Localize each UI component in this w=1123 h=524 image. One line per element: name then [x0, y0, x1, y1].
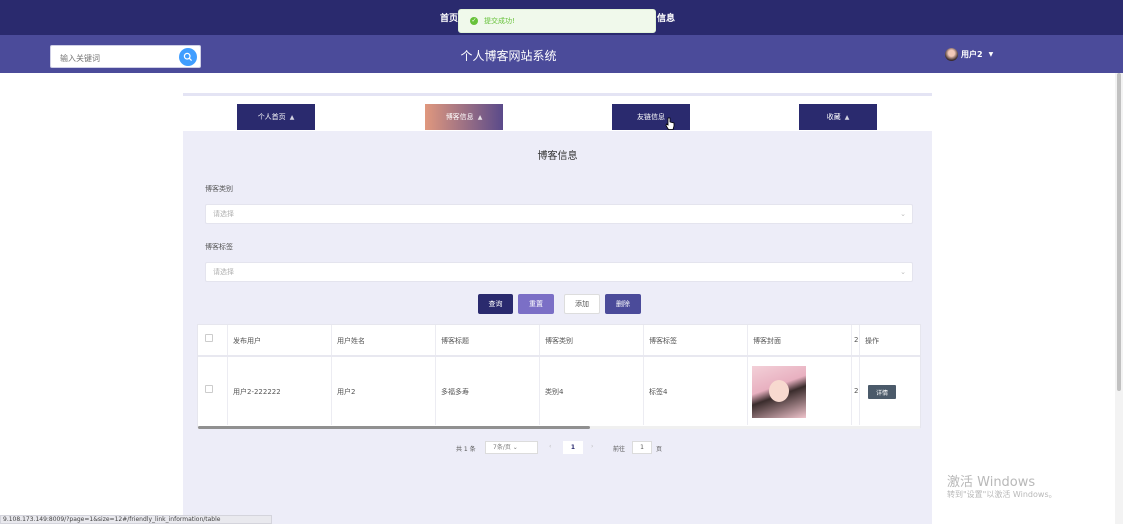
site-title: 个人博客网站系统	[460, 49, 557, 63]
col-header-publisher: 发布用户	[233, 337, 261, 345]
select-all-checkbox[interactable]	[205, 334, 213, 342]
page-size-select[interactable]: 7条/页 ⌄	[485, 441, 538, 454]
status-bar-url: 9.108.173.149:8009/?page=1&size=12#/frie…	[0, 515, 272, 524]
activation-watermark-title: 激活 Windows	[947, 475, 1036, 490]
tab-personal-home[interactable]: 个人首页 ▲	[237, 104, 315, 130]
column-divider	[435, 325, 436, 425]
cell-publisher: 用户2-222222	[233, 388, 281, 396]
header-bar: 个人博客网站系统 用户2 ▼	[0, 35, 1123, 73]
tag-label: 博客标签	[205, 243, 233, 251]
page-suffix: 页	[656, 446, 663, 453]
hand-cursor-icon	[665, 117, 675, 130]
data-table: 发布用户 用户姓名 博客标题 博客类别 博客标签 博客封面 2 操作 用户2-2…	[197, 324, 921, 429]
main-content: 个人首页 ▲ 博客信息 ▲ 友链信息 收藏 ▲ 博客信息 博客类别 请选择 ⌄ 博客标…	[183, 93, 932, 524]
tab-label: 个人首页	[257, 113, 286, 121]
chevron-down-icon: ⌄	[900, 210, 906, 218]
col-header-cover: 博客封面	[753, 337, 781, 345]
hscroll-thumb[interactable]	[198, 426, 590, 429]
tab-label: 友链信息	[637, 113, 665, 121]
column-divider	[331, 325, 332, 425]
col-header-action: 操作	[865, 337, 879, 345]
col-header-title: 博客标题	[441, 337, 469, 345]
page-title: 博客信息	[537, 151, 578, 162]
reset-button[interactable]: 重置	[518, 294, 554, 314]
cell-category: 类别4	[545, 388, 564, 396]
col-header-category: 博客类别	[545, 337, 573, 345]
category-placeholder: 请选择	[213, 210, 234, 218]
cell-title: 多福多寿	[441, 388, 469, 396]
query-button[interactable]: 查询	[478, 294, 513, 314]
nav-item-home[interactable]: 首页	[440, 11, 458, 24]
avatar	[945, 48, 958, 61]
column-divider	[643, 325, 644, 425]
tab-favorites[interactable]: 收藏 ▲	[799, 104, 877, 130]
tab-friendly-links[interactable]: 友链信息	[612, 104, 690, 130]
row-checkbox[interactable]	[205, 385, 213, 393]
chevron-down-icon: ⌄	[900, 268, 906, 276]
success-toast: ✓ 提交成功!	[458, 9, 656, 33]
cell-tag: 标签4	[649, 388, 668, 396]
pager-total: 共 1 条	[456, 446, 476, 453]
col-header-name: 用户姓名	[337, 337, 365, 345]
category-label: 博客类别	[205, 185, 233, 193]
goto-label: 前往	[613, 446, 626, 453]
blog-cover-image	[752, 366, 806, 418]
page-size-value: 7条/页	[493, 444, 511, 451]
delete-button[interactable]: 删除	[605, 294, 641, 314]
toast-message: 提交成功!	[484, 17, 515, 25]
username: 用户2	[961, 50, 983, 59]
page-scrollbar[interactable]	[1115, 73, 1123, 524]
col-header-tag: 博客标签	[649, 337, 677, 345]
tab-label: 博客信息	[445, 113, 474, 121]
tab-strip: 个人首页 ▲ 博客信息 ▲ 友链信息 收藏 ▲	[183, 93, 932, 131]
check-circle-icon: ✓	[470, 17, 478, 25]
column-divider	[227, 325, 228, 425]
col-header-cut: 2	[854, 336, 859, 344]
tab-icon: ▲	[844, 113, 850, 121]
user-menu[interactable]: 用户2 ▼	[945, 48, 993, 61]
tab-blog-info[interactable]: 博客信息 ▲	[425, 104, 503, 130]
chevron-down-icon: ▼	[988, 51, 994, 58]
cover-face	[769, 380, 789, 402]
next-page-icon[interactable]: ›	[591, 443, 593, 450]
column-divider	[859, 325, 860, 425]
detail-button[interactable]: 详情	[868, 385, 896, 399]
prev-page-icon[interactable]: ‹	[549, 443, 551, 450]
cell-cut: 2	[854, 387, 859, 395]
tag-select[interactable]: 请选择 ⌄	[205, 262, 913, 282]
column-divider	[851, 325, 852, 425]
goto-input[interactable]: 1	[632, 441, 652, 454]
tag-placeholder: 请选择	[213, 268, 234, 276]
add-button[interactable]: 添加	[564, 294, 600, 314]
tab-icon: ▲	[477, 113, 483, 121]
column-divider	[539, 325, 540, 425]
category-select[interactable]: 请选择 ⌄	[205, 204, 913, 224]
scrollbar-thumb[interactable]	[1117, 73, 1121, 391]
pagination: 共 1 条 7条/页 ⌄ ‹ 1 › 前往 1 页	[183, 441, 932, 455]
activation-watermark-hint: 转到"设置"以激活 Windows。	[947, 490, 1057, 499]
table-hscrollbar[interactable]	[198, 426, 920, 429]
header-divider	[198, 355, 920, 357]
cell-name: 用户2	[337, 388, 356, 396]
nav-item-info[interactable]: 信息	[657, 11, 675, 24]
tab-label: 收藏	[826, 113, 841, 121]
current-page[interactable]: 1	[563, 441, 583, 454]
column-divider	[747, 325, 748, 425]
tab-icon: ▲	[289, 113, 295, 121]
